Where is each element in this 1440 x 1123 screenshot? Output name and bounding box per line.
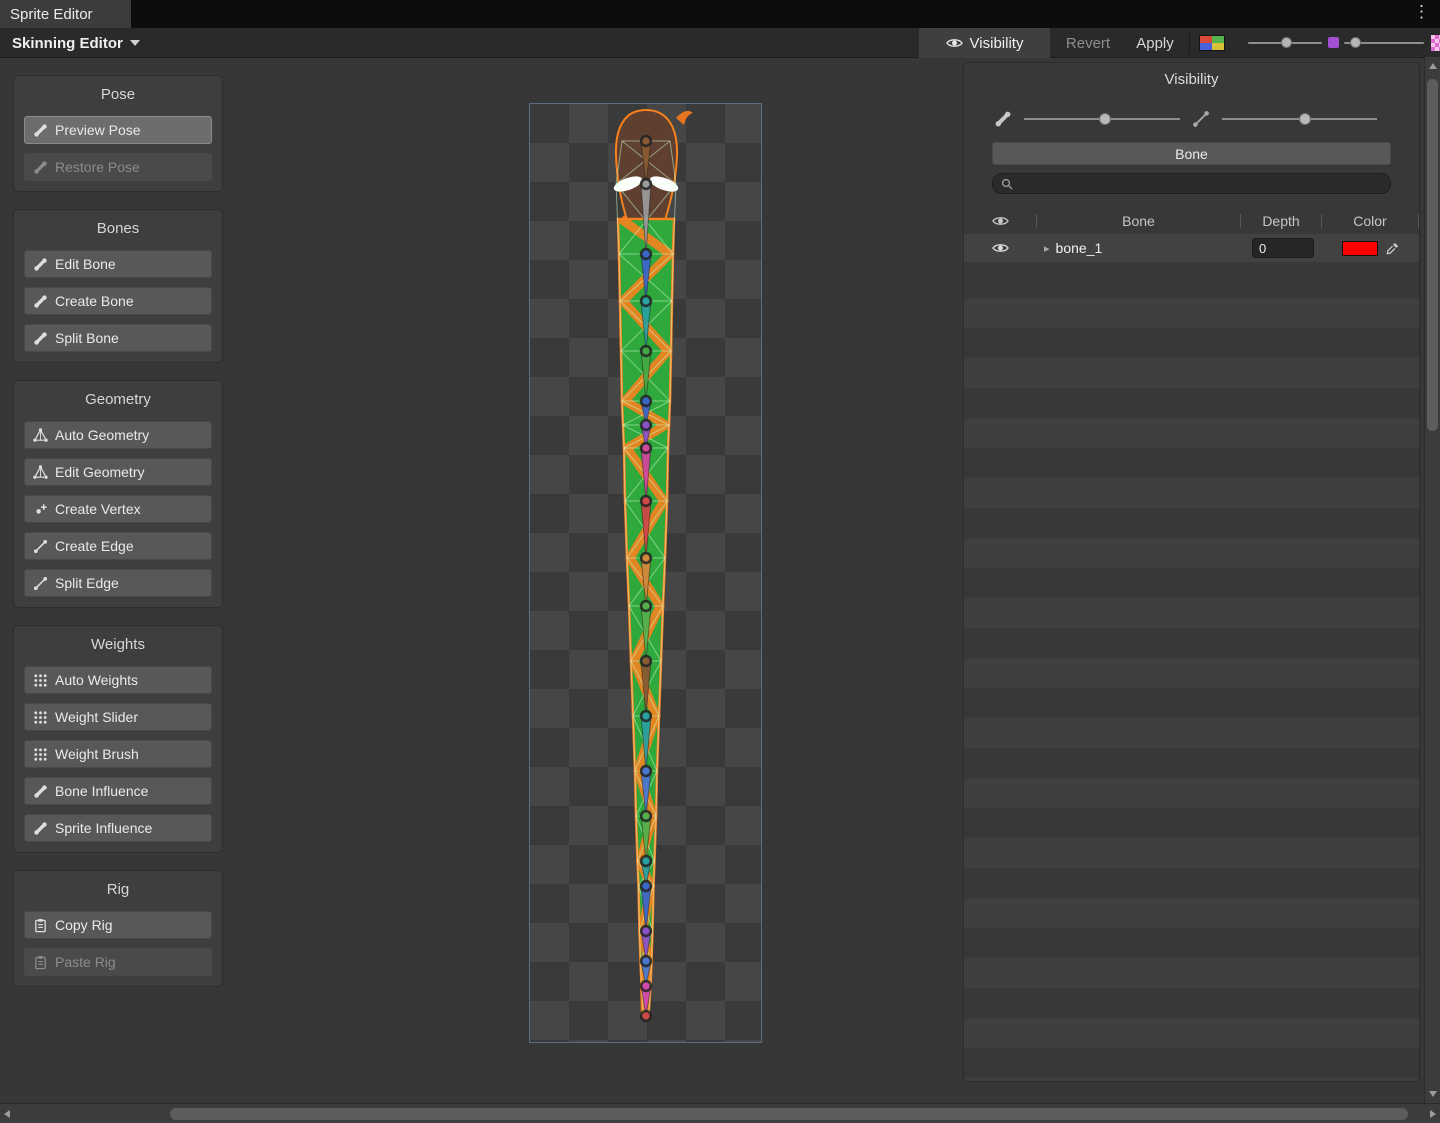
bone-opacity-icon: [994, 110, 1012, 128]
mesh-opacity-slider[interactable]: [1222, 113, 1378, 125]
create-bone-icon: [33, 294, 48, 309]
bone-influence-button[interactable]: Bone Influence: [24, 777, 212, 805]
geometry-group: Geometry Auto Geometry Edit Geometry Cre…: [13, 380, 223, 608]
visibility-toggle-button[interactable]: Visibility: [919, 28, 1050, 58]
snake-sprite: [530, 104, 763, 1044]
create-vertex-button[interactable]: Create Vertex: [24, 495, 212, 523]
create-vertex-icon: [33, 502, 48, 517]
toolbar-separator: [1189, 32, 1190, 54]
create-bone-button[interactable]: Create Bone: [24, 287, 212, 315]
visibility-panel-title: Visibility: [964, 63, 1419, 88]
texture-swatch-icon[interactable]: [1431, 35, 1440, 51]
weight-brush-icon: [33, 747, 48, 762]
bone-table-header: Bone Depth Color: [964, 210, 1419, 232]
chevron-down-icon: [130, 40, 140, 46]
create-edge-icon: [33, 539, 48, 554]
rig-group: Rig Copy Rig Paste Rig: [13, 870, 223, 987]
color-grid-icon[interactable]: [1199, 35, 1225, 51]
create-edge-button[interactable]: Create Edge: [24, 532, 212, 560]
pose-group-title: Pose: [24, 86, 212, 103]
paste-rig-button[interactable]: Paste Rig: [24, 948, 212, 976]
copy-rig-icon: [33, 918, 48, 933]
auto-geometry-button[interactable]: Auto Geometry: [24, 421, 212, 449]
weight-brush-button[interactable]: Weight Brush: [24, 740, 212, 768]
vertex-color-icon[interactable]: [1328, 37, 1339, 48]
geometry-group-title: Geometry: [24, 391, 212, 408]
mode-dropdown-label: Skinning Editor: [12, 35, 123, 52]
horizontal-scrollbar[interactable]: [0, 1103, 1440, 1123]
mesh-opacity-toolbar-slider[interactable]: [1344, 41, 1424, 45]
scroll-up-arrow[interactable]: [1429, 63, 1437, 69]
bone-tab-button[interactable]: Bone: [992, 142, 1391, 165]
bone-opacity-toolbar-slider[interactable]: [1248, 41, 1322, 45]
edit-geometry-button[interactable]: Edit Geometry: [24, 458, 212, 486]
snake-sprout: [676, 111, 693, 125]
horizontal-scroll-thumb[interactable]: [170, 1108, 1408, 1120]
bone-row[interactable]: ▸ bone_1: [964, 234, 1419, 262]
bones-group-title: Bones: [24, 220, 212, 237]
vertical-scroll-thumb[interactable]: [1427, 79, 1438, 431]
kebab-menu-icon[interactable]: ⋮: [1413, 2, 1430, 22]
bone-influence-icon: [33, 784, 48, 799]
sprite-influence-button[interactable]: Sprite Influence: [24, 814, 212, 842]
bone-name: bone_1: [1056, 240, 1103, 256]
search-icon: [1001, 178, 1013, 190]
copy-rig-button[interactable]: Copy Rig: [24, 911, 212, 939]
toolbar: Skinning Editor Visibility Revert Apply: [0, 28, 1440, 58]
titlebar: Sprite Editor ⋮: [0, 0, 1440, 28]
rig-group-title: Rig: [24, 881, 212, 898]
color-column-header: Color: [1322, 213, 1418, 229]
auto-weights-icon: [33, 673, 48, 688]
weight-slider-button[interactable]: Weight Slider: [24, 703, 212, 731]
sprite-editor-tab-label: Sprite Editor: [10, 6, 93, 23]
restore-pose-icon: [33, 160, 48, 175]
eye-icon: [946, 37, 963, 49]
split-bone-button[interactable]: Split Bone: [24, 324, 212, 352]
preview-pose-button[interactable]: Preview Pose: [24, 116, 212, 144]
scroll-right-arrow[interactable]: [1430, 1110, 1436, 1118]
sprite-influence-icon: [33, 821, 48, 836]
tool-panel: Pose Preview Pose Restore Pose Bones Edi…: [13, 75, 223, 1004]
vertical-scrollbar[interactable]: [1424, 57, 1440, 1103]
expander-icon[interactable]: ▸: [1044, 242, 1050, 255]
revert-button[interactable]: Revert: [1056, 28, 1120, 58]
mesh-opacity-icon: [1192, 110, 1210, 128]
scroll-left-arrow[interactable]: [4, 1110, 10, 1118]
bone-search-box[interactable]: [992, 173, 1391, 194]
bone-search-input[interactable]: [1018, 176, 1382, 191]
sprite-canvas[interactable]: [529, 103, 762, 1043]
weights-group: Weights Auto Weights Weight Slider Weigh…: [13, 625, 223, 853]
visibility-panel: Visibility Bone Bone Depth Color: [963, 62, 1420, 1082]
edit-bone-icon: [33, 257, 48, 272]
bone-opacity-slider[interactable]: [1024, 113, 1180, 125]
auto-geometry-icon: [33, 428, 48, 443]
edit-bone-button[interactable]: Edit Bone: [24, 250, 212, 278]
depth-input[interactable]: [1252, 238, 1314, 258]
skinning-editor-dropdown[interactable]: Skinning Editor: [2, 30, 150, 56]
pose-group: Pose Preview Pose Restore Pose: [13, 75, 223, 192]
sprite-editor-tab[interactable]: Sprite Editor: [0, 0, 131, 28]
empty-rows: [964, 298, 1419, 1081]
preview-pose-icon: [33, 123, 48, 138]
bone-color-swatch[interactable]: [1342, 241, 1378, 256]
weights-group-title: Weights: [24, 636, 212, 653]
scroll-down-arrow[interactable]: [1429, 1091, 1437, 1097]
paste-rig-icon: [33, 955, 48, 970]
bones-group: Bones Edit Bone Create Bone Split Bone: [13, 209, 223, 363]
depth-column-header: Depth: [1241, 213, 1321, 229]
opacity-sliders: [964, 110, 1419, 128]
restore-pose-button[interactable]: Restore Pose: [24, 153, 212, 181]
bone-visibility-eye-icon[interactable]: [992, 242, 1009, 254]
eyedropper-icon[interactable]: [1385, 241, 1400, 256]
apply-button[interactable]: Apply: [1126, 28, 1184, 58]
bone-column-header: Bone: [1037, 213, 1240, 229]
visibility-button-label: Visibility: [970, 35, 1024, 52]
auto-weights-button[interactable]: Auto Weights: [24, 666, 212, 694]
visibility-column-eye-icon: [992, 215, 1009, 227]
edit-geometry-icon: [33, 465, 48, 480]
split-bone-icon: [33, 331, 48, 346]
split-edge-icon: [33, 576, 48, 591]
split-edge-button[interactable]: Split Edge: [24, 569, 212, 597]
weight-slider-icon: [33, 710, 48, 725]
